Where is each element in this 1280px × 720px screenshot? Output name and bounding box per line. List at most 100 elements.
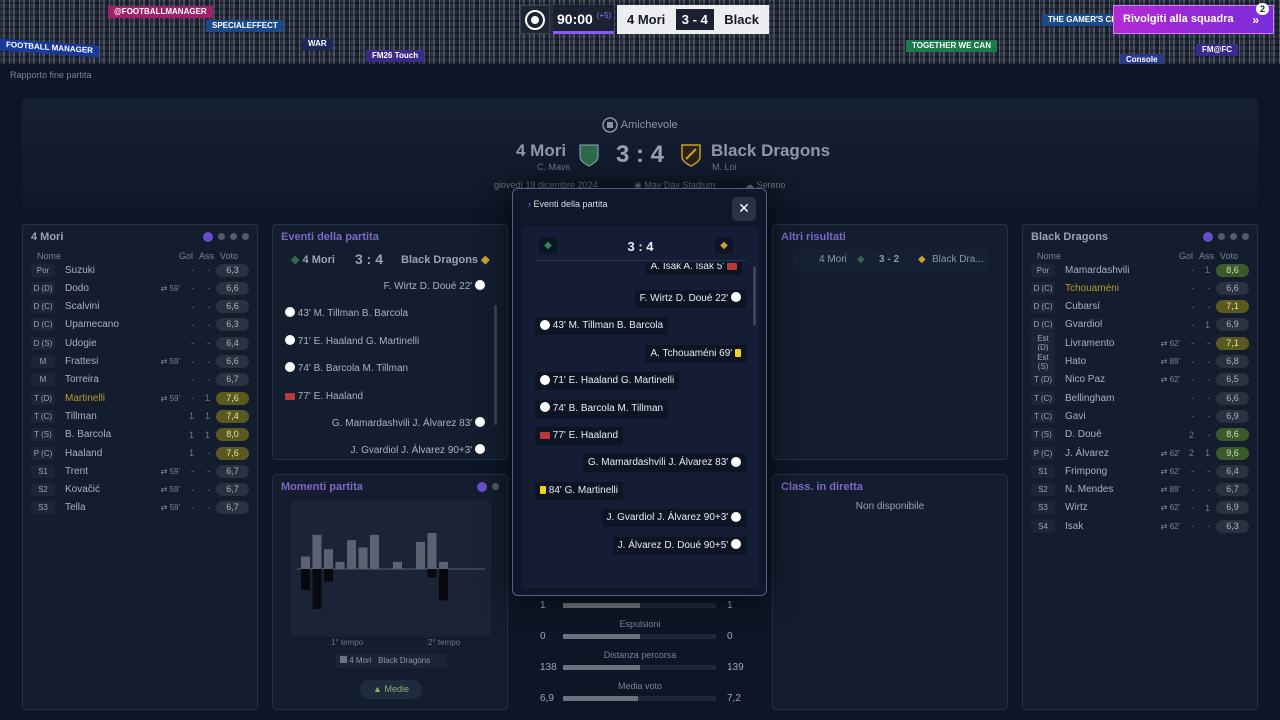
player-row[interactable]: T (D) Martinelli ⇄ 59' -1 7,6 (31, 390, 249, 406)
player-row[interactable]: D (C) Gvardiol -1 6,9 (1031, 317, 1249, 333)
player-name[interactable]: N. Mendes (1065, 484, 1140, 495)
player-name[interactable]: Livramento (1065, 338, 1140, 349)
player-row[interactable]: S3 Tella ⇄ 59' - -6,7 (31, 500, 249, 516)
player-row[interactable]: P (C) J. Álvarez ⇄ 62' 2 1 9,6 (1031, 445, 1249, 461)
player-name[interactable]: Scalvini (65, 301, 140, 312)
player-row[interactable]: T (C) Bellingham - -6,6 (1031, 390, 1249, 406)
sub-minute: 59' (169, 393, 180, 403)
player-row[interactable]: D (C) Tchouaméni - -6,6 (1031, 280, 1249, 296)
position-badge: D (C) (1031, 300, 1055, 314)
player-name[interactable]: Tella (65, 502, 140, 513)
col-voto[interactable]: Voto (220, 251, 238, 261)
player-row[interactable]: Por Suzuki - -6,3 (31, 262, 249, 278)
player-row[interactable]: T (S) B. Barcola 1 1 8,0 (31, 427, 249, 443)
assists-cell: - (207, 466, 210, 477)
header-home-manager[interactable]: C. Mavs (537, 162, 570, 172)
player-name[interactable]: Trent (65, 466, 140, 477)
col-name[interactable]: Nome (37, 251, 61, 261)
player-row[interactable]: Por Mamardashvili -1 8,6 (1031, 262, 1249, 278)
player-row[interactable]: S2 Kovačić ⇄ 59' - -6,7 (31, 482, 249, 498)
scrollbar[interactable] (753, 266, 756, 326)
assists-cell: - (207, 283, 210, 294)
team-talk-button[interactable]: Rivolgiti alla squadra » 2 (1113, 3, 1274, 34)
averages-button[interactable]: ▲ Medie (360, 680, 422, 699)
player-row[interactable]: S2 N. Mendes ⇄ 89' - -6,7 (1031, 482, 1249, 498)
events-away-label: Black Dragons (401, 254, 479, 266)
header-away-manager[interactable]: M. Loi (712, 162, 737, 172)
goals-cell: - (191, 393, 194, 404)
panel-title: 4 Mori (31, 231, 64, 243)
header-away-team[interactable]: Black Dragons (711, 141, 830, 161)
player-name[interactable]: Torreira (65, 374, 140, 385)
col-ass[interactable]: Ass (1199, 251, 1214, 261)
momentum-bar-away (324, 569, 333, 582)
player-row[interactable]: D (C) Upamecano - -6,3 (31, 317, 249, 333)
player-row[interactable]: S1 Frimpong ⇄ 62' - -6,4 (1031, 463, 1249, 479)
stat-bar (563, 665, 716, 670)
result-row[interactable]: 4 Mori ◆ 3 - 2 ◆ Black Dra... (793, 250, 989, 270)
player-row[interactable]: M Frattesi ⇄ 59' - -6,6 (31, 354, 249, 370)
player-name[interactable]: Bellingham (1065, 393, 1140, 404)
team-menu-button[interactable] (520, 5, 550, 34)
modal-event-row: 74' B. Barcola M. Tillman (535, 399, 669, 418)
substitution-icon: ⇄ (1160, 503, 1170, 513)
col-name[interactable]: Nome (1037, 251, 1061, 261)
goals-cell: - (1191, 393, 1194, 404)
player-name[interactable]: Martinelli (65, 393, 140, 404)
goals-cell: - (1191, 338, 1194, 349)
close-button[interactable]: ✕ (732, 197, 756, 221)
page-dots[interactable] (203, 231, 249, 242)
player-name[interactable]: Tchouaméni (1065, 283, 1140, 294)
player-name[interactable]: J. Álvarez (1065, 448, 1140, 459)
player-name[interactable]: Kovačić (65, 484, 140, 495)
col-gol[interactable]: Gol (1179, 251, 1193, 261)
player-row[interactable]: S3 Wirtz ⇄ 62' -1 6,9 (1031, 500, 1249, 516)
result-home: 4 Mori (819, 254, 847, 265)
momentum-bar-away (301, 569, 310, 590)
player-row[interactable]: D (C) Scalvini - -6,6 (31, 299, 249, 315)
player-row[interactable]: P (C) Haaland 1 -7,6 (31, 445, 249, 461)
player-row[interactable]: D (D) Dodo ⇄ 59' - -6,6 (31, 280, 249, 296)
player-row[interactable]: S4 Isak ⇄ 62' - -6,3 (1031, 518, 1249, 534)
chart-legend: 4 Mori Black Dragons (336, 654, 447, 668)
player-name[interactable]: Suzuki (65, 265, 140, 276)
player-name[interactable]: Haaland (65, 448, 140, 459)
page-dots[interactable] (1203, 231, 1249, 242)
player-name[interactable]: Mamardashvili (1065, 265, 1140, 276)
player-name[interactable]: Gavi (1065, 411, 1140, 422)
player-name[interactable]: D. Doué (1065, 429, 1140, 440)
events-modal: › Eventi della partita ✕ ◆ 3 : 4 ◆ A. Is… (512, 188, 767, 596)
player-name[interactable]: Dodo (65, 283, 140, 294)
player-row[interactable]: S1 Trent ⇄ 59' - -6,7 (31, 463, 249, 479)
player-name[interactable]: Frattesi (65, 356, 140, 367)
player-row[interactable]: T (D) Nico Paz ⇄ 62' - -6,5 (1031, 372, 1249, 388)
player-name[interactable]: Isak (1065, 521, 1140, 532)
player-row[interactable]: Est (S) Hato ⇄ 89' - -6,8 (1031, 350, 1249, 373)
player-name[interactable]: Nico Paz (1065, 374, 1140, 385)
player-row[interactable]: D (S) Udogie - -6,4 (31, 335, 249, 351)
stat-home-value: 0 (540, 631, 546, 642)
player-row[interactable]: Est (D) Livramento ⇄ 62' - -7,1 (1031, 332, 1249, 355)
player-name[interactable]: Cubarsí (1065, 301, 1140, 312)
player-name[interactable]: B. Barcola (65, 429, 140, 440)
col-gol[interactable]: Gol (179, 251, 193, 261)
player-name[interactable]: Gvardiol (1065, 319, 1140, 330)
player-row[interactable]: T (C) Gavi - -6,9 (1031, 408, 1249, 424)
header-home-team[interactable]: 4 Mori (516, 141, 566, 161)
player-row[interactable]: T (C) Tillman 1 1 7,4 (31, 408, 249, 424)
player-row[interactable]: M Torreira - -6,7 (31, 372, 249, 388)
player-row[interactable]: D (C) Cubarsí - -7,1 (1031, 299, 1249, 315)
col-ass[interactable]: Ass (199, 251, 214, 261)
player-row[interactable]: T (S) D. Doué 2 -8,6 (1031, 427, 1249, 443)
scrollbar[interactable] (494, 305, 497, 425)
substitution-icon: ⇄ (1160, 485, 1170, 495)
player-name[interactable]: Wirtz (1065, 502, 1140, 513)
stat-bar-fill (563, 665, 640, 670)
player-name[interactable]: Frimpong (1065, 466, 1140, 477)
player-name[interactable]: Hato (1065, 356, 1140, 367)
player-name[interactable]: Upamecano (65, 319, 140, 330)
col-voto[interactable]: Voto (1220, 251, 1238, 261)
player-name[interactable]: Tillman (65, 411, 140, 422)
player-name[interactable]: Udogie (65, 338, 140, 349)
page-dots[interactable] (477, 481, 499, 492)
